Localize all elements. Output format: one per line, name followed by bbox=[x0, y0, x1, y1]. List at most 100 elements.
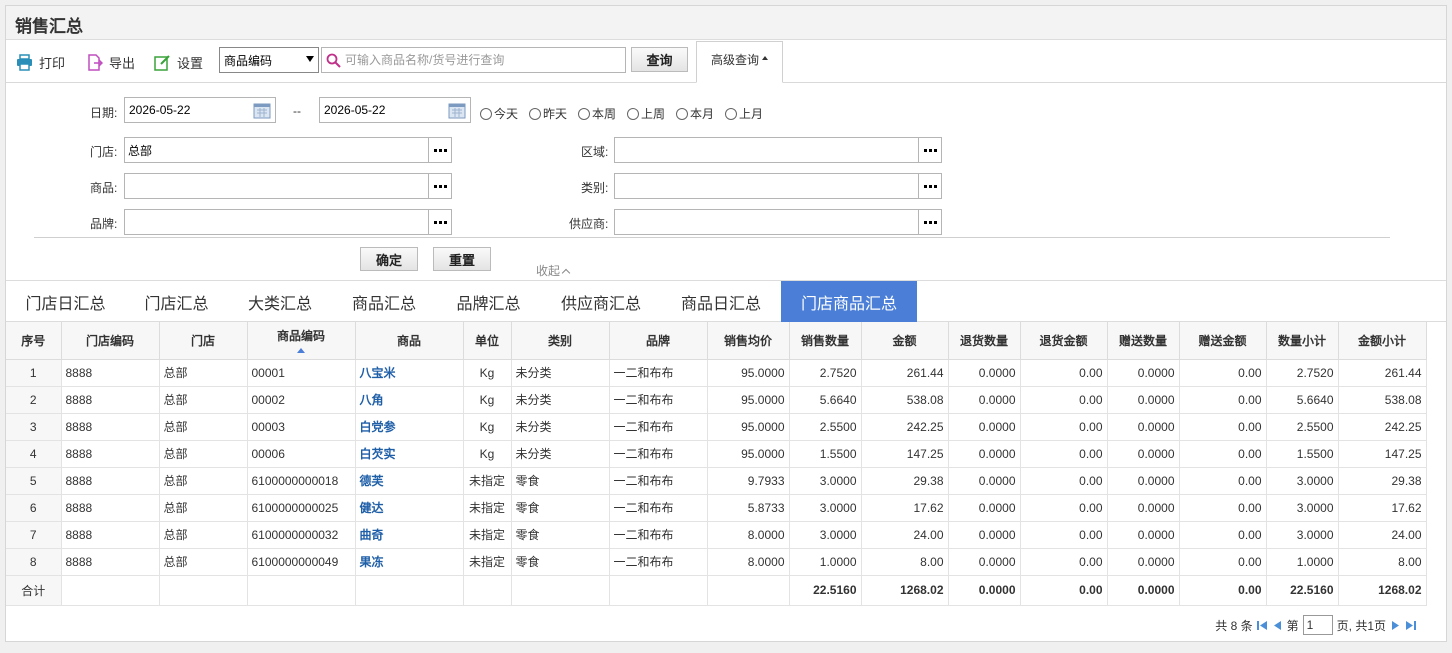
table-cell: 0.0000 bbox=[948, 440, 1021, 468]
table-row[interactable]: 5 8888 总部 6100000000018 德芙 未指定 零食 一二和布布 9.7933 3.… bbox=[6, 467, 1427, 495]
table-cell: 5.8733 bbox=[707, 494, 790, 522]
date-to-input[interactable]: 2026-05-22 bbox=[319, 97, 471, 123]
table-cell: 2.7520 bbox=[789, 359, 862, 387]
store-picker-button[interactable] bbox=[428, 137, 452, 163]
date-from-input[interactable]: 2026-05-22 bbox=[124, 97, 276, 123]
table-cell: 147.25 bbox=[1338, 440, 1427, 468]
last-page-icon[interactable] bbox=[1405, 620, 1416, 631]
prev-page-icon[interactable] bbox=[1272, 620, 1283, 631]
store-input[interactable]: 总部 bbox=[124, 137, 452, 163]
print-button[interactable]: 打印 bbox=[16, 51, 65, 73]
table-cell: 1.5500 bbox=[789, 440, 862, 468]
column-header[interactable]: 退货金额 bbox=[1020, 322, 1108, 360]
search-input[interactable] bbox=[345, 53, 615, 67]
brand-picker-button[interactable] bbox=[428, 209, 452, 235]
product-link[interactable]: 八角 bbox=[355, 386, 464, 414]
sort-ascending-icon[interactable] bbox=[297, 347, 305, 353]
supplier-input[interactable] bbox=[614, 209, 942, 235]
total-cell bbox=[159, 575, 248, 606]
column-header[interactable]: 商品编码 bbox=[247, 322, 356, 360]
region-picker-button[interactable] bbox=[918, 137, 942, 163]
tab-product-daily[interactable]: 商品日汇总 bbox=[661, 281, 781, 322]
confirm-button[interactable]: 确定 bbox=[360, 247, 418, 271]
radio-last-month[interactable]: 上月 bbox=[725, 105, 763, 122]
tab-supplier[interactable]: 供应商汇总 bbox=[541, 281, 661, 322]
column-header[interactable]: 序号 bbox=[6, 322, 62, 360]
table-cell: 一二和布布 bbox=[609, 440, 708, 468]
first-page-icon[interactable] bbox=[1256, 620, 1268, 631]
product-picker-button[interactable] bbox=[428, 173, 452, 199]
radio-yesterday[interactable]: 昨天 bbox=[529, 105, 567, 122]
product-link[interactable]: 果冻 bbox=[355, 548, 464, 576]
product-link[interactable]: 白党参 bbox=[355, 413, 464, 441]
column-header[interactable]: 销售均价 bbox=[707, 322, 790, 360]
product-link[interactable]: 白芡实 bbox=[355, 440, 464, 468]
page-number-input[interactable]: 1 bbox=[1302, 615, 1333, 635]
tab-store-daily[interactable]: 门店日汇总 bbox=[6, 281, 125, 322]
tab-store[interactable]: 门店汇总 bbox=[125, 281, 228, 322]
brand-input[interactable] bbox=[124, 209, 452, 235]
table-row[interactable]: 6 8888 总部 6100000000025 健达 未指定 零食 一二和布布 5.8733 3.… bbox=[6, 494, 1427, 522]
column-header[interactable]: 金额小计 bbox=[1338, 322, 1427, 360]
table-cell: 7 bbox=[6, 521, 62, 549]
table-row[interactable]: 3 8888 总部 00003 白党参 Kg 未分类 一二和布布 95.0000 2.5500 24… bbox=[6, 413, 1427, 441]
supplier-picker-button[interactable] bbox=[918, 209, 942, 235]
radio-circle[interactable] bbox=[725, 107, 737, 120]
radio-last-week[interactable]: 上周 bbox=[627, 105, 665, 122]
column-header[interactable]: 门店编码 bbox=[61, 322, 160, 360]
collapse-toggle[interactable]: 收起 bbox=[536, 262, 571, 279]
product-link[interactable]: 德芙 bbox=[355, 467, 464, 495]
column-header[interactable]: 金额 bbox=[861, 322, 949, 360]
reset-button[interactable]: 重置 bbox=[433, 247, 491, 271]
table-row[interactable]: 8 8888 总部 6100000000049 果冻 未指定 零食 一二和布布 8.0000 1.… bbox=[6, 548, 1427, 576]
column-header[interactable]: 数量小计 bbox=[1266, 322, 1339, 360]
table-row[interactable]: 2 8888 总部 00002 八角 Kg 未分类 一二和布布 95.0000 5.6640 538… bbox=[6, 386, 1427, 414]
query-button[interactable]: 查询 bbox=[631, 47, 688, 72]
tab-store-product[interactable]: 门店商品汇总 bbox=[781, 281, 917, 322]
tab-major-category[interactable]: 大类汇总 bbox=[228, 281, 332, 322]
radio-circle[interactable] bbox=[578, 107, 590, 120]
radio-today[interactable]: 今天 bbox=[480, 105, 518, 122]
settings-button[interactable]: 设置 bbox=[154, 51, 203, 73]
radio-circle[interactable] bbox=[480, 107, 492, 120]
radio-circle[interactable] bbox=[676, 107, 688, 120]
calendar-icon[interactable] bbox=[448, 102, 466, 119]
table-cell: 29.38 bbox=[1338, 467, 1427, 495]
column-header[interactable]: 门店 bbox=[159, 322, 248, 360]
table-row[interactable]: 7 8888 总部 6100000000032 曲奇 未指定 零食 一二和布布 8.0000 3.… bbox=[6, 521, 1427, 549]
radio-this-week[interactable]: 本周 bbox=[578, 105, 616, 122]
region-input[interactable] bbox=[614, 137, 942, 163]
calendar-icon[interactable] bbox=[253, 102, 271, 119]
table-row[interactable]: 1 8888 总部 00001 八宝米 Kg 未分类 一二和布布 95.0000 2.7520 26… bbox=[6, 359, 1427, 387]
next-page-icon[interactable] bbox=[1390, 620, 1401, 631]
settings-label: 设置 bbox=[177, 55, 204, 71]
column-header[interactable]: 商品 bbox=[355, 322, 464, 360]
radio-circle[interactable] bbox=[529, 107, 541, 120]
column-header[interactable]: 赠送数量 bbox=[1107, 322, 1180, 360]
product-input[interactable] bbox=[124, 173, 452, 199]
table-cell: 6100000000032 bbox=[247, 521, 356, 549]
store-value: 总部 bbox=[128, 143, 153, 158]
tab-product[interactable]: 商品汇总 bbox=[332, 281, 436, 322]
export-button[interactable]: 导出 bbox=[86, 51, 135, 73]
advanced-query-tab[interactable]: 高级查询 bbox=[696, 41, 783, 83]
radio-circle[interactable] bbox=[627, 107, 639, 120]
product-link[interactable]: 八宝米 bbox=[355, 359, 464, 387]
column-header[interactable]: 退货数量 bbox=[948, 322, 1021, 360]
product-link[interactable]: 曲奇 bbox=[355, 521, 464, 549]
category-picker-button[interactable] bbox=[918, 173, 942, 199]
column-header[interactable]: 品牌 bbox=[609, 322, 708, 360]
table-row[interactable]: 4 8888 总部 00006 白芡实 Kg 未分类 一二和布布 95.0000 1.5500 14… bbox=[6, 440, 1427, 468]
tab-brand[interactable]: 品牌汇总 bbox=[436, 281, 541, 322]
table-cell: 8888 bbox=[61, 440, 160, 468]
product-link[interactable]: 健达 bbox=[355, 494, 464, 522]
column-header[interactable]: 类别 bbox=[511, 322, 610, 360]
radio-this-month[interactable]: 本月 bbox=[676, 105, 714, 122]
column-header[interactable]: 赠送金额 bbox=[1179, 322, 1267, 360]
column-header[interactable]: 单位 bbox=[463, 322, 512, 360]
category-input[interactable] bbox=[614, 173, 942, 199]
main-panel: 销售汇总 打印 导出 设置 商品编码 可输入商品名称/货号进行查询 查询 高级查… bbox=[5, 5, 1447, 642]
table-cell: 8.00 bbox=[861, 548, 949, 576]
search-field-select[interactable]: 商品编码 bbox=[219, 47, 319, 73]
column-header[interactable]: 销售数量 bbox=[789, 322, 862, 360]
